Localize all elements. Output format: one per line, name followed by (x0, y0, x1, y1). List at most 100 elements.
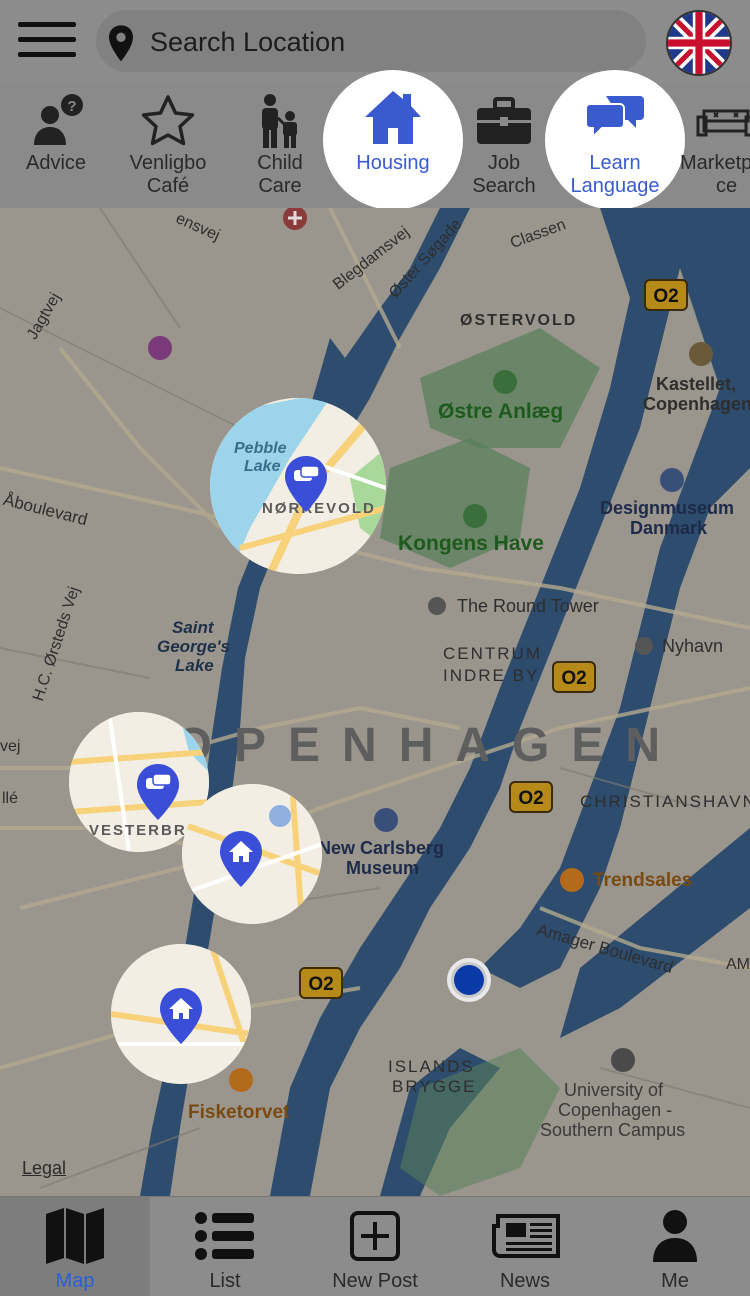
tab-label: Map (55, 1270, 95, 1292)
chat-bubbles-icon (585, 96, 644, 140)
newspaper-icon (492, 1214, 560, 1258)
tab-me[interactable]: Me (600, 1197, 750, 1296)
map-cluster-housing[interactable] (111, 944, 251, 1084)
search-bar[interactable] (96, 10, 646, 72)
map-label-islands-brygge2: BRYGGE (392, 1077, 477, 1096)
map-label-carlsberg2: Museum (346, 858, 420, 878)
university-icon (611, 1048, 635, 1072)
category-label: Job Search (472, 152, 536, 197)
park-icon (463, 504, 487, 528)
briefcase-icon (477, 97, 531, 144)
svg-text:O2: O2 (518, 788, 543, 809)
category-bar: ? Advice Venligbo Café Child Care Housin… (0, 70, 750, 210)
cluster-label-pebble-lake: Pebble (234, 440, 287, 457)
language-flag-button[interactable] (666, 10, 732, 76)
house-marker-icon (220, 831, 262, 887)
tab-news[interactable]: News (450, 1197, 600, 1296)
house-icon (365, 91, 421, 144)
landmark-icon (428, 597, 446, 615)
museum-icon (660, 468, 684, 492)
map-label-kongens-have: Kongens Have (398, 532, 544, 555)
map-label-islands-brygge: ISLANDS (388, 1057, 475, 1076)
tab-label: News (499, 1270, 550, 1292)
category-marketplace[interactable]: Marketplace ce (680, 84, 750, 208)
map-label-vej: vej (0, 738, 21, 755)
map-label-saint-georges2: George's (157, 637, 231, 656)
search-input[interactable] (148, 20, 622, 64)
shopping-icon (560, 868, 584, 892)
map-view[interactable]: O2 O2 O2 O2 COPENHAGEN ØSTERVOLD Østre A… (0, 208, 750, 1196)
map-label-centrum: CENTRUM (443, 644, 542, 663)
category-label: Advice (25, 152, 87, 174)
tab-new-post[interactable]: New Post (300, 1197, 450, 1296)
map-label-designmuseum2: Danmark (630, 518, 708, 538)
map-label-ostervold: ØSTERVOLD (460, 312, 578, 329)
chat-marker-icon (137, 764, 179, 820)
category-label: Venligbo Café (129, 152, 207, 197)
star-icon (141, 95, 195, 146)
cluster-label-pebble-lake2: Lake (244, 458, 281, 475)
map-legal-link[interactable]: Legal (22, 1158, 66, 1179)
park-icon (493, 370, 517, 394)
museum-icon (374, 808, 398, 832)
category-label: Child Care (257, 152, 303, 197)
svg-text:O2: O2 (653, 286, 678, 307)
person-icon (653, 1210, 697, 1262)
category-venligbo-cafe[interactable]: Venligbo Café (112, 84, 224, 208)
cinema-icon (148, 336, 172, 360)
category-learn-language[interactable]: Learn Language (545, 70, 685, 210)
uk-flag-icon (668, 12, 730, 74)
category-label: Learn Language (570, 152, 660, 197)
map-cluster-housing[interactable] (182, 784, 322, 924)
map-cluster-learn-language[interactable]: Pebble Lake NØRREVOLD (210, 398, 386, 574)
map-label-university2: Copenhagen - (558, 1100, 673, 1120)
tab-list[interactable]: List (150, 1197, 300, 1296)
category-housing[interactable]: Housing (323, 70, 463, 210)
map-label-ostre-anlaeg: Østre Anlæg (438, 400, 564, 423)
map-label-christianshavn: CHRISTIANSHAVN (580, 792, 750, 811)
map-label-saint-georges: Saint (172, 618, 214, 637)
metro-badge: O2 (509, 781, 553, 813)
map-label-lle: llé (2, 790, 19, 807)
map-label-indre-by: INDRE BY (443, 666, 540, 685)
chat-marker-icon (285, 456, 327, 512)
tab-map[interactable]: Map (0, 1197, 150, 1296)
advice-icon: ? (34, 94, 83, 145)
sofa-icon (696, 109, 750, 137)
bottom-tab-bar: Map List New Post News Me (0, 1196, 750, 1296)
metro-badge: O2 (299, 967, 343, 999)
list-icon (195, 1212, 254, 1260)
svg-text:?: ? (67, 98, 76, 115)
map-label-designmuseum: Designmuseum (600, 498, 735, 518)
marketplace-label-line2: ce (716, 175, 738, 197)
map-label-university3: Southern Campus (540, 1120, 686, 1140)
child-care-icon (262, 94, 297, 148)
category-label: Marketplace ce (680, 152, 750, 198)
marketplace-label-line1: Marketplace (680, 152, 750, 174)
category-job-search[interactable]: Job Search (448, 84, 560, 208)
map-label-am: AM (726, 956, 750, 973)
map-label-university: University of (564, 1080, 664, 1100)
house-marker-icon (160, 988, 202, 1044)
tab-label: New Post (332, 1270, 418, 1292)
map-label-carlsberg: New Carlsberg (318, 838, 445, 858)
tab-label: List (209, 1270, 241, 1292)
map-label-kastellet2: Copenhagen (643, 394, 750, 414)
map-label-round-tower: The Round Tower (457, 596, 599, 616)
tab-label: Me (661, 1270, 689, 1292)
category-advice[interactable]: ? Advice (0, 84, 112, 208)
map-icon (46, 1208, 104, 1264)
metro-badge: O2 (644, 279, 688, 311)
landmark-icon (635, 637, 653, 655)
hamburger-menu-icon[interactable] (18, 22, 78, 58)
map-label-nyhavn: Nyhavn (662, 636, 724, 656)
map-label-saint-georges3: Lake (175, 656, 214, 675)
map-label-fisketorvet: Fisketorvet (188, 1102, 290, 1123)
category-child-care[interactable]: Child Care (224, 84, 336, 208)
metro-badge: O2 (552, 661, 596, 693)
add-post-icon (350, 1211, 400, 1261)
map-label-kastellet: Kastellet, (656, 374, 737, 394)
svg-text:O2: O2 (308, 974, 333, 995)
category-label: Housing (356, 152, 430, 174)
map-label-trendsales: Trendsales (593, 870, 693, 891)
